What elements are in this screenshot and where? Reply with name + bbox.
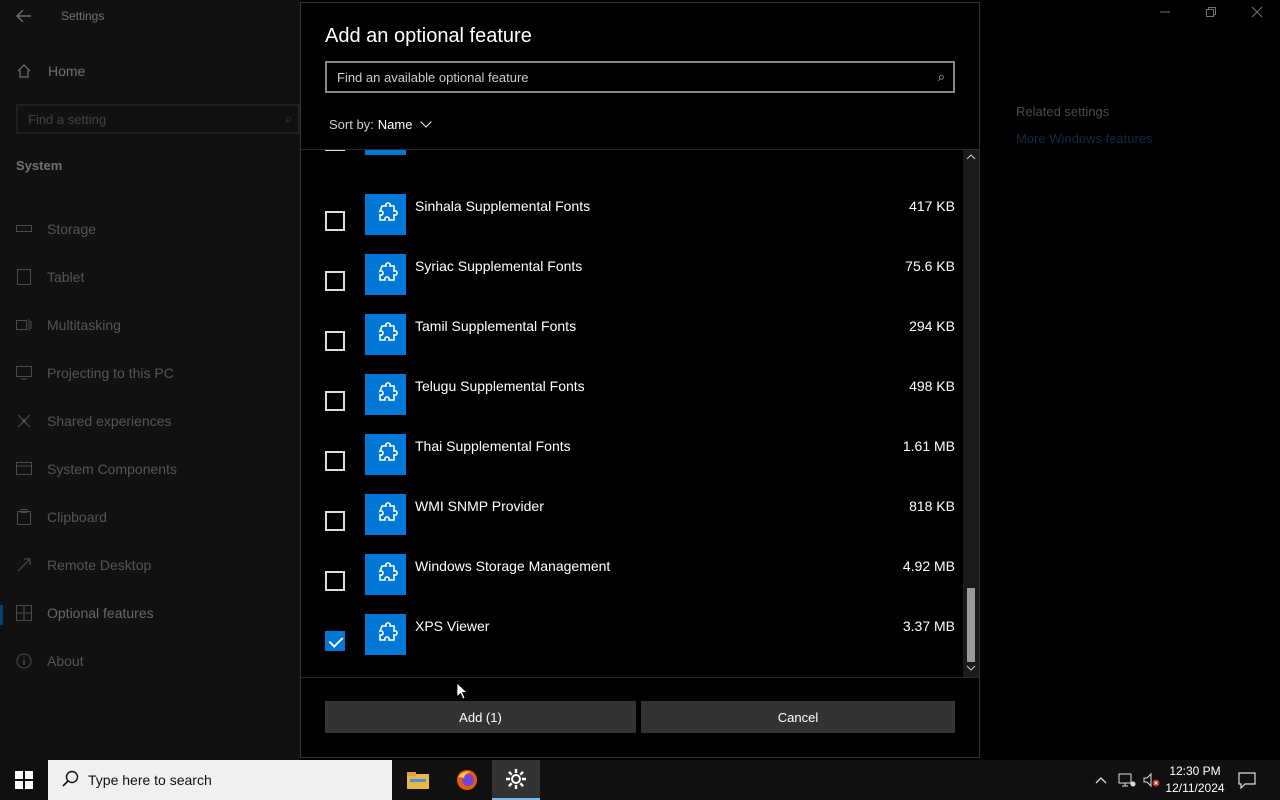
- taskbar-search-placeholder: Type here to search: [88, 772, 212, 788]
- list-item: [301, 150, 963, 174]
- search-icon: ⌕: [937, 69, 945, 84]
- puzzle-piece-icon: [365, 554, 406, 595]
- windows-start-icon[interactable]: [0, 760, 48, 800]
- clock-time: 12:30 PM: [1169, 764, 1221, 778]
- feature-name: Tamil Supplemental Fonts: [415, 318, 577, 334]
- feature-size: 498 KB: [909, 378, 955, 394]
- feature-size: 294 KB: [909, 318, 955, 334]
- puzzle-piece-icon: [365, 194, 406, 235]
- feature-name: Syriac Supplemental Fonts: [415, 258, 583, 274]
- feature-checkbox[interactable]: [325, 391, 345, 411]
- sort-label: Sort by:: [329, 117, 374, 132]
- feature-checkbox[interactable]: [325, 150, 345, 151]
- sort-dropdown[interactable]: Sort by: Name: [329, 115, 433, 132]
- puzzle-piece-icon: [365, 254, 406, 295]
- list-item: Telugu Supplemental Fonts 498 KB: [301, 374, 963, 434]
- feature-name: Sinhala Supplemental Fonts: [415, 198, 591, 214]
- feature-size: 75.6 KB: [905, 258, 955, 274]
- feature-search-placeholder: Find an available optional feature: [337, 70, 529, 85]
- list-scrollbar[interactable]: [963, 150, 979, 677]
- settings-gear-icon[interactable]: [492, 760, 540, 800]
- scroll-up-icon[interactable]: [966, 153, 976, 163]
- feature-name: Thai Supplemental Fonts: [415, 438, 571, 454]
- list-item: Tamil Supplemental Fonts 294 KB: [301, 314, 963, 374]
- taskbar-search-input[interactable]: Type here to search: [48, 760, 392, 800]
- settings-window: Settings Home Find a setting ⌕ System St…: [0, 0, 1280, 760]
- puzzle-piece-icon: [365, 494, 406, 535]
- dialog-title: Add an optional feature: [325, 25, 532, 47]
- feature-checkbox[interactable]: [325, 571, 345, 591]
- feature-search-input[interactable]: Find an available optional feature ⌕: [325, 61, 955, 93]
- taskbar: Type here to search 12:30 PM 12/11/2024: [0, 760, 1280, 800]
- feature-size: 4.92 MB: [902, 558, 955, 574]
- feature-checkbox-checked[interactable]: [325, 631, 345, 651]
- feature-name: Telugu Supplemental Fonts: [415, 378, 585, 394]
- feature-checkbox[interactable]: [325, 271, 345, 291]
- scroll-down-icon[interactable]: [966, 664, 976, 674]
- chevron-down-icon: [420, 115, 433, 128]
- clock-date: 12/11/2024: [1165, 781, 1225, 795]
- list-item: Sinhala Supplemental Fonts 417 KB: [301, 194, 963, 254]
- file-explorer-icon[interactable]: [394, 760, 442, 800]
- puzzle-piece-icon: [365, 374, 406, 415]
- scrollbar-thumb[interactable]: [967, 588, 975, 662]
- show-hidden-icons-icon[interactable]: [1094, 760, 1108, 800]
- feature-name: Windows Storage Management: [415, 558, 611, 574]
- feature-checkbox[interactable]: [325, 331, 345, 351]
- puzzle-piece-icon: [365, 314, 406, 355]
- notifications-icon[interactable]: [1238, 760, 1256, 800]
- feature-size: 417 KB: [909, 198, 955, 214]
- feature-checkbox[interactable]: [325, 511, 345, 531]
- network-icon[interactable]: [1118, 760, 1136, 800]
- volume-muted-icon[interactable]: [1142, 760, 1160, 800]
- puzzle-piece-icon: [365, 614, 406, 655]
- add-button[interactable]: Add (1): [325, 701, 636, 733]
- feature-name: WMI SNMP Provider: [415, 498, 544, 514]
- divider: [301, 677, 979, 678]
- add-optional-feature-dialog: Add an optional feature Find an availabl…: [300, 2, 980, 758]
- puzzle-piece-icon: [365, 150, 406, 155]
- cancel-button[interactable]: Cancel: [641, 701, 955, 733]
- list-item: Thai Supplemental Fonts 1.61 MB: [301, 434, 963, 494]
- list-item: XPS Viewer 3.37 MB: [301, 614, 963, 674]
- feature-size: 1.61 MB: [902, 438, 955, 454]
- feature-list: Sinhala Supplemental Fonts 417 KB Syriac…: [301, 150, 963, 677]
- feature-size: 818 KB: [909, 498, 955, 514]
- list-item: Syriac Supplemental Fonts 75.6 KB: [301, 254, 963, 314]
- search-icon: [62, 770, 80, 793]
- feature-size: 3.37 MB: [902, 618, 955, 634]
- sort-value: Name: [377, 117, 413, 132]
- feature-name: XPS Viewer: [415, 618, 490, 634]
- puzzle-piece-icon: [365, 434, 406, 475]
- list-item: Windows Storage Management 4.92 MB: [301, 554, 963, 614]
- system-clock[interactable]: 12:30 PM 12/11/2024: [1160, 763, 1230, 797]
- list-item: WMI SNMP Provider 818 KB: [301, 494, 963, 554]
- feature-checkbox[interactable]: [325, 451, 345, 471]
- feature-checkbox[interactable]: [325, 211, 345, 231]
- firefox-icon[interactable]: [443, 760, 491, 800]
